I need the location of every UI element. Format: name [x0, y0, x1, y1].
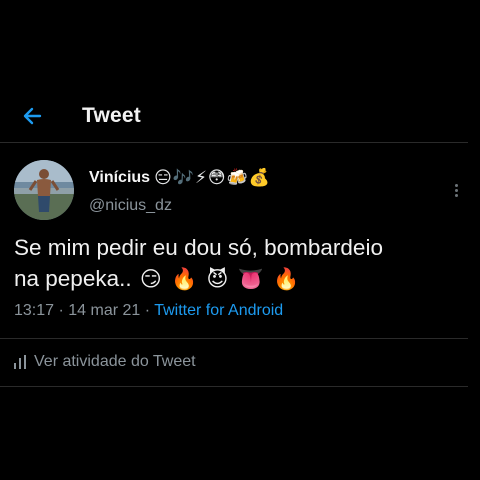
music-notes-emoji: 🎶	[172, 168, 194, 188]
view-activity-button[interactable]: Ver atividade do Tweet	[14, 353, 196, 371]
analytics-icon	[14, 355, 26, 369]
tweet-source-link[interactable]: Twitter for Android	[154, 302, 283, 319]
author-name-row[interactable]: Vinícius 😑 🎶 ⚡ 😳 🍻 💰	[89, 166, 271, 190]
author-name: Vinícius	[89, 169, 151, 186]
tweet-meta: 13:17 · 14 mar 21 · Twitter for Android	[14, 302, 283, 320]
avatar[interactable]	[14, 160, 74, 220]
beers-emoji: 🍻	[226, 168, 248, 188]
tweet-text-line-2: na pepeka.. 😏 🔥 😈 👅 🔥	[14, 263, 464, 294]
page-title: Tweet	[82, 104, 141, 127]
view-activity-label: Ver atividade do Tweet	[34, 353, 196, 370]
activity-divider	[0, 386, 468, 387]
tweet-text: Se mim pedir eu dou só, bombardeio na pe…	[14, 232, 464, 294]
money-bag-emoji: 💰	[248, 168, 270, 188]
expressionless-emoji: 😑	[154, 168, 172, 188]
devil-emoji: 😈	[206, 267, 229, 291]
meta-divider	[0, 338, 468, 339]
fire-emoji: 🔥	[171, 267, 198, 291]
back-arrow-icon	[23, 107, 42, 125]
smirk-emoji: 😏	[139, 267, 162, 291]
more-options-button[interactable]	[448, 182, 464, 202]
author-handle[interactable]: @nicius_dz	[89, 197, 172, 215]
tweet-text-line-1: Se mim pedir eu dou só, bombardeio	[14, 235, 383, 260]
top-bar: Tweet	[0, 95, 480, 139]
more-options-icon	[448, 184, 464, 197]
flushed-emoji: 😳	[207, 168, 226, 188]
back-button[interactable]	[18, 101, 48, 131]
tweet-timestamp: 13:17 · 14 mar 21 ·	[14, 302, 155, 319]
tweet-text-line-2-text: na pepeka..	[14, 266, 132, 291]
tongue-emoji: 👅	[237, 267, 264, 291]
lightning-emoji: ⚡	[194, 168, 207, 188]
fire-emoji-2: 🔥	[273, 267, 300, 291]
header-divider	[0, 142, 468, 143]
